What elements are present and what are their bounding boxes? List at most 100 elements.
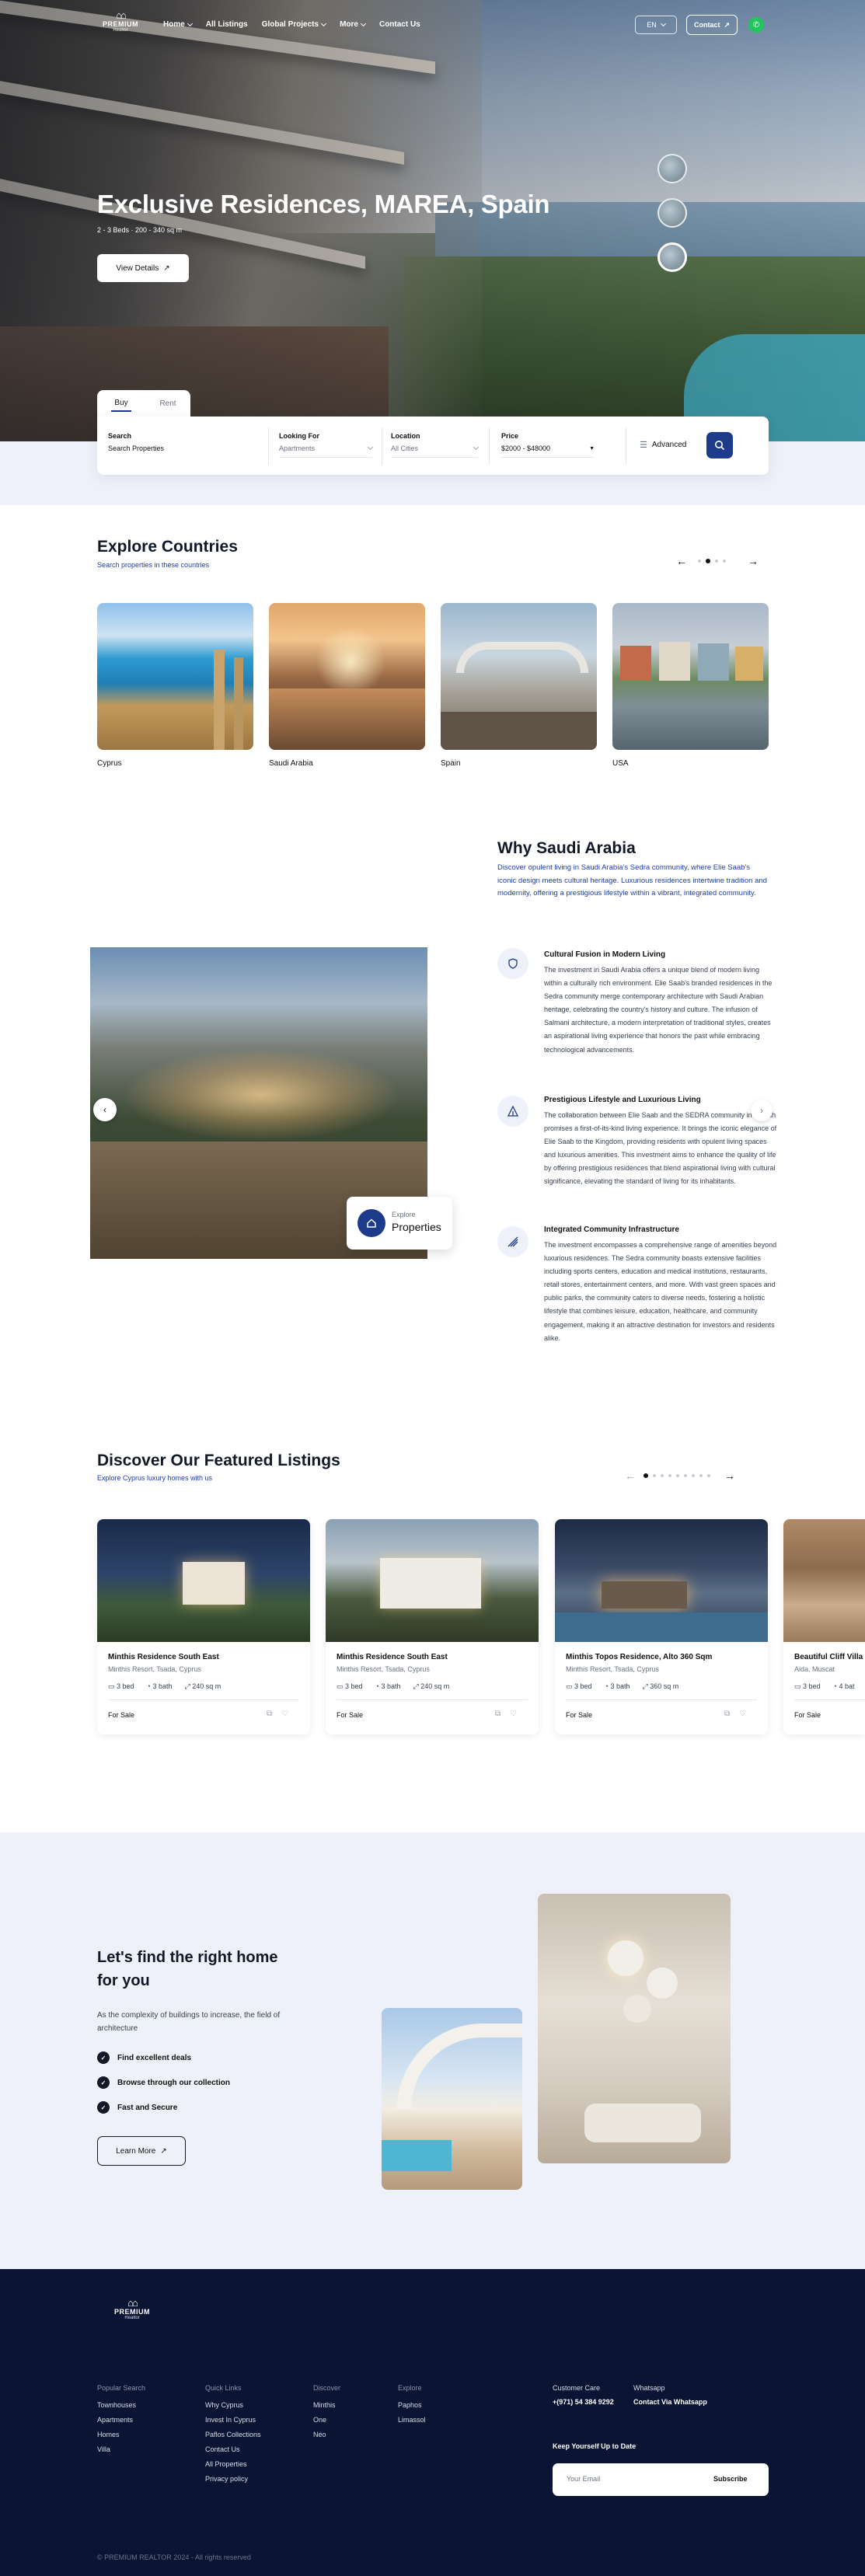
site-logo[interactable]: ⌂⌂ PREMIUM Realtor <box>97 10 144 42</box>
carousel-dot-active[interactable] <box>706 559 710 563</box>
listing-location: Minthis Resort, Tsada, Cyprus <box>337 1665 430 1673</box>
whatsapp-icon[interactable]: ✆ <box>748 17 764 33</box>
carousel-dot[interactable] <box>692 1474 695 1477</box>
nav-all-listings[interactable]: All Listings <box>206 20 248 29</box>
bath-count: 3 bath <box>610 1682 630 1690</box>
share-icon[interactable]: ⧉ <box>495 1710 501 1718</box>
bed-icon: ▭ <box>337 1682 346 1690</box>
carousel-dot[interactable] <box>676 1474 679 1477</box>
nav-contact-us[interactable]: Contact Us <box>379 20 420 29</box>
tab-rent[interactable]: Rent <box>159 399 176 408</box>
footer-link[interactable]: Paphos <box>398 2401 426 2409</box>
check-item: ✓ Fast and Secure <box>97 2101 177 2114</box>
listing-card[interactable]: Minthis Residence South East Minthis Res… <box>326 1519 539 1734</box>
learn-more-label: Learn More <box>116 2146 156 2156</box>
footer-link[interactable]: Minthis <box>313 2401 340 2409</box>
country-card-cyprus[interactable] <box>97 603 253 750</box>
heart-icon[interactable]: ♡ <box>281 1710 288 1718</box>
carousel-dot[interactable] <box>698 559 701 563</box>
explore-properties-badge[interactable]: Explore Properties <box>347 1197 452 1250</box>
bed-count: 3 bed <box>574 1682 592 1690</box>
footer-link[interactable]: Invest In Cyprus <box>205 2416 261 2424</box>
country-name[interactable]: Spain <box>441 759 461 768</box>
subscribe-button[interactable]: Subscribe <box>713 2475 748 2483</box>
language-selector[interactable]: EN <box>635 16 677 34</box>
hero-thumbnail[interactable] <box>657 154 687 183</box>
listing-specs: ▭ 3 bed ◔ 4 bat <box>794 1682 855 1691</box>
carousel-dot[interactable] <box>661 1474 664 1477</box>
heart-icon[interactable]: ♡ <box>510 1710 517 1718</box>
hero-thumbnail-active[interactable] <box>657 242 687 272</box>
country-name[interactable]: Saudi Arabia <box>269 759 313 768</box>
arrow-left-icon[interactable]: ← <box>676 555 687 567</box>
footer-link[interactable]: One <box>313 2416 340 2424</box>
listing-image <box>326 1519 539 1642</box>
arrow-left-icon[interactable]: ← <box>625 1469 636 1482</box>
footer-link[interactable]: Homes <box>97 2431 145 2438</box>
carousel-dot-active[interactable] <box>644 1473 648 1478</box>
country-card-spain[interactable] <box>441 603 597 750</box>
section-subtitle: Search properties in these countries <box>97 561 210 569</box>
country-card-saudi-arabia[interactable] <box>269 603 425 750</box>
country-card-usa[interactable] <box>612 603 769 750</box>
search-button[interactable] <box>706 432 733 458</box>
footer-link[interactable]: Villa <box>97 2445 145 2453</box>
carousel-dot[interactable] <box>707 1474 710 1477</box>
chevron-down-icon <box>473 444 480 451</box>
nav-more[interactable]: More <box>340 20 367 29</box>
listing-card[interactable]: Minthis Topos Residence, Alto 360 Sqm Mi… <box>555 1519 768 1734</box>
footer-link[interactable]: Contact Us <box>205 2445 261 2453</box>
carousel-dot[interactable] <box>715 559 718 563</box>
arrow-right-icon[interactable]: → <box>748 555 759 567</box>
house <box>620 646 651 681</box>
footer-link[interactable]: All Properties <box>205 2460 261 2468</box>
sliders-icon: ☰ <box>640 441 647 450</box>
arrow-right-icon[interactable]: → <box>724 1469 735 1482</box>
tab-buy[interactable]: Buy <box>111 396 131 412</box>
customer-care-label: Customer Care <box>553 2384 601 2392</box>
price-select[interactable]: Price $2000 - $48000 ▼ <box>501 432 595 460</box>
footer-link[interactable]: Apartments <box>97 2416 145 2424</box>
hero-thumbnail[interactable] <box>657 198 687 228</box>
bed-spec: ▭ 3 bed <box>108 1682 134 1691</box>
prev-slide-button[interactable]: ‹ <box>93 1098 117 1121</box>
area-value: 240 sq m <box>420 1682 450 1690</box>
footer-link[interactable]: Townhouses <box>97 2401 145 2409</box>
whatsapp-link[interactable]: Contact Via Whatsapp <box>633 2398 707 2406</box>
carousel-dot[interactable] <box>668 1474 671 1477</box>
share-icon[interactable]: ⧉ <box>267 1710 272 1718</box>
listing-card-partial[interactable]: Beautiful Cliff Villa Aida, Muscat ▭ 3 b… <box>783 1519 865 1734</box>
country-name[interactable]: Cyprus <box>97 759 122 768</box>
footer-link[interactable]: Limassol <box>398 2416 426 2424</box>
next-slide-button[interactable]: › <box>751 1100 773 1121</box>
carousel-dot[interactable] <box>653 1474 656 1477</box>
advanced-filter-button[interactable]: ☰ Advanced <box>640 440 686 450</box>
footer-logo[interactable]: ⌂⌂ PREMIUM Realtor <box>109 2298 155 2330</box>
footer-link[interactable]: Neo <box>313 2431 340 2438</box>
heart-icon[interactable]: ♡ <box>739 1710 746 1718</box>
nav-home[interactable]: Home <box>163 20 193 29</box>
looking-for-select[interactable]: Looking For Apartments <box>279 432 374 460</box>
view-details-button[interactable]: View Details ↗ <box>97 254 189 282</box>
email-input[interactable]: Your Email <box>567 2475 600 2483</box>
search-field[interactable]: Search Search Properties <box>108 432 256 460</box>
customer-care-phone[interactable]: +(971) 54 384 9292 <box>553 2398 614 2406</box>
country-name[interactable]: USA <box>612 759 629 768</box>
chevron-right-icon: › <box>760 1105 763 1116</box>
check-item: ✓ Find excellent deals <box>97 2051 191 2064</box>
nav-global-projects[interactable]: Global Projects <box>262 20 327 29</box>
learn-more-button[interactable]: Learn More ↗ <box>97 2136 186 2166</box>
carousel-dot[interactable] <box>723 559 726 563</box>
listing-card[interactable]: Minthis Residence South East Minthis Res… <box>97 1519 310 1734</box>
footer-link[interactable]: Why Cyprus <box>205 2401 261 2409</box>
location-select[interactable]: Location All Cities <box>391 432 480 460</box>
footer-link[interactable]: Privacy policy <box>205 2475 261 2483</box>
sofa <box>584 2104 701 2142</box>
share-icon[interactable]: ⧉ <box>724 1710 730 1718</box>
footer-link[interactable]: Paflos Collections <box>205 2431 261 2438</box>
house <box>698 643 729 681</box>
contact-button[interactable]: Contact ↗ <box>686 15 738 35</box>
carousel-dot[interactable] <box>699 1474 703 1477</box>
carousel-dot[interactable] <box>684 1474 687 1477</box>
search-input[interactable]: Search Properties <box>108 444 164 452</box>
